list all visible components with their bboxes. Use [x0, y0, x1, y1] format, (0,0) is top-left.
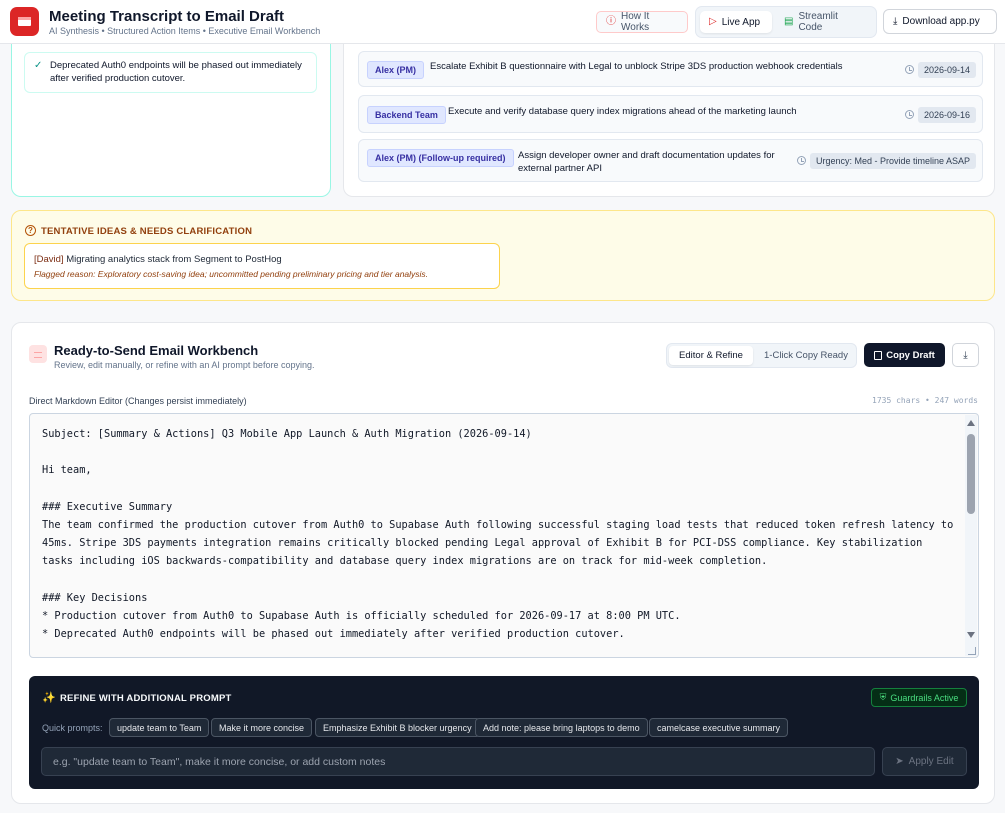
code-file-icon: ▤ [784, 16, 794, 27]
download-draft-button[interactable]: ⤓ [952, 343, 979, 367]
download-icon: ⤓ [963, 349, 968, 361]
key-decisions-card: ✓ Deprecated Auth0 endpoints will be pha… [11, 44, 331, 197]
workbench-tabs: Editor & Refine 1-Click Copy Ready [666, 343, 857, 368]
guardrails-badge: ⛨ Guardrails Active [871, 688, 967, 707]
decision-text: Deprecated Auth0 endpoints will be phase… [50, 60, 302, 84]
refine-prompt-input[interactable] [41, 747, 875, 776]
help-circle-icon: ? [25, 225, 36, 236]
send-icon: ➤ [895, 756, 904, 767]
owner-badge: Alex (PM) [367, 61, 425, 79]
urgency-badge: Urgency: Med - Provide timeline ASAP [810, 153, 977, 169]
copy-draft-button[interactable]: Copy Draft [864, 343, 945, 367]
app-title: Meeting Transcript to Email Draft [49, 8, 285, 25]
tentative-ideas-panel: ? TENTATIVE IDEAS & NEEDS CLARIFICATION … [11, 210, 995, 301]
mail-draft-icon [29, 345, 47, 363]
editor-scrollbar[interactable] [965, 415, 977, 656]
shield-check-icon: ⛨ [879, 692, 887, 702]
quick-prompt-chip[interactable]: Emphasize Exhibit B blocker urgency [315, 718, 480, 737]
action-task: Escalate Exhibit B questionnaire with Le… [430, 61, 843, 72]
copy-draft-label: Copy Draft [886, 349, 935, 361]
tentative-reason: Flagged reason: Exploratory cost-saving … [34, 269, 429, 279]
how-it-works-label: How It Works [621, 11, 650, 33]
envelope-icon [18, 17, 31, 26]
tab-editor-refine[interactable]: Editor & Refine [669, 346, 753, 365]
live-app-tab[interactable]: ▷ Live App [700, 11, 772, 33]
app-subtitle: AI Synthesis • Structured Action Items •… [49, 26, 321, 36]
workbench-subtitle: Review, edit manually, or refine with an… [54, 360, 315, 370]
download-app-button[interactable]: ⤓ Download app.py [883, 9, 997, 34]
quick-prompt-chip[interactable]: Add note: please bring laptops to demo [475, 718, 648, 737]
action-task: Execute and verify database query index … [448, 106, 797, 117]
action-item-row: Backend Team Execute and verify database… [358, 95, 983, 133]
decision-item: ✓ Deprecated Auth0 endpoints will be pha… [24, 52, 317, 93]
scroll-up-arrow-icon[interactable] [967, 420, 975, 426]
email-workbench: Ready-to-Send Email Workbench Review, ed… [11, 322, 995, 804]
check-icon: ✓ [34, 60, 43, 71]
owner-badge: Alex (PM) (Follow-up required) [367, 149, 514, 167]
editor-content[interactable]: Subject: [Summary & Actions] Q3 Mobile A… [42, 425, 957, 643]
apply-edit-button[interactable]: ➤ Apply Edit [882, 747, 967, 776]
help-circle-icon: ⓘ [606, 16, 616, 27]
tentative-owner: [David] [34, 254, 64, 265]
due-date: 2026-09-16 [918, 107, 977, 123]
tentative-title: TENTATIVE IDEAS & NEEDS CLARIFICATION [41, 226, 253, 237]
apply-edit-label: Apply Edit [908, 756, 954, 767]
copy-icon [874, 350, 883, 360]
tentative-idea: Migrating analytics stack from Segment t… [66, 254, 282, 265]
streamlit-code-label: Streamlit Code [798, 11, 838, 33]
streamlit-code-tab[interactable]: ▤ Streamlit Code [775, 11, 873, 33]
quick-prompt-chip[interactable]: update team to Team [109, 718, 210, 737]
markdown-editor[interactable]: Subject: [Summary & Actions] Q3 Mobile A… [29, 413, 979, 658]
refine-panel: ✨ REFINE WITH ADDITIONAL PROMPT ⛨ Guardr… [29, 676, 979, 789]
clock-icon [905, 110, 914, 119]
live-app-label: Live App [721, 16, 761, 28]
action-item-row: Alex (PM) (Follow-up required) Assign de… [358, 139, 983, 182]
tab-copy-ready[interactable]: 1-Click Copy Ready [757, 346, 855, 365]
play-icon: ▷ [709, 16, 717, 27]
scroll-down-arrow-icon[interactable] [967, 632, 975, 638]
quick-prompts-label: Quick prompts: [42, 723, 103, 733]
scrollbar-thumb[interactable] [967, 434, 975, 514]
app-header: Meeting Transcript to Email Draft AI Syn… [0, 0, 1005, 44]
editor-label: Direct Markdown Editor (Changes persist … [29, 396, 247, 406]
tentative-item: [David] Migrating analytics stack from S… [24, 243, 500, 289]
action-items-card: Alex (PM) Escalate Exhibit B questionnai… [343, 44, 995, 197]
how-it-works-button[interactable]: ⓘ How It Works [596, 11, 688, 33]
resize-grip-icon[interactable] [968, 647, 976, 655]
action-task: Assign developer owner and draft documen… [518, 150, 775, 174]
download-icon: ⤓ [893, 15, 898, 27]
magic-wand-icon: ✨ [42, 692, 56, 704]
guardrails-label: Guardrails Active [890, 692, 959, 703]
due-date: 2026-09-14 [918, 62, 977, 78]
download-app-label: Download app.py [902, 16, 980, 27]
app-logo [10, 7, 39, 36]
workbench-title: Ready-to-Send Email Workbench [54, 343, 259, 358]
owner-badge: Backend Team [367, 106, 446, 124]
quick-prompt-chip[interactable]: camelcase executive summary [649, 718, 789, 737]
tentative-text: [David] Migrating analytics stack from S… [34, 254, 282, 265]
quick-prompt-chip[interactable]: Make it more concise [211, 718, 313, 737]
clock-icon [905, 65, 914, 74]
refine-title: REFINE WITH ADDITIONAL PROMPT [60, 693, 232, 704]
editor-count: 1735 chars • 247 words [872, 396, 978, 405]
action-item-row: Alex (PM) Escalate Exhibit B questionnai… [358, 51, 983, 87]
clock-icon [797, 156, 806, 165]
